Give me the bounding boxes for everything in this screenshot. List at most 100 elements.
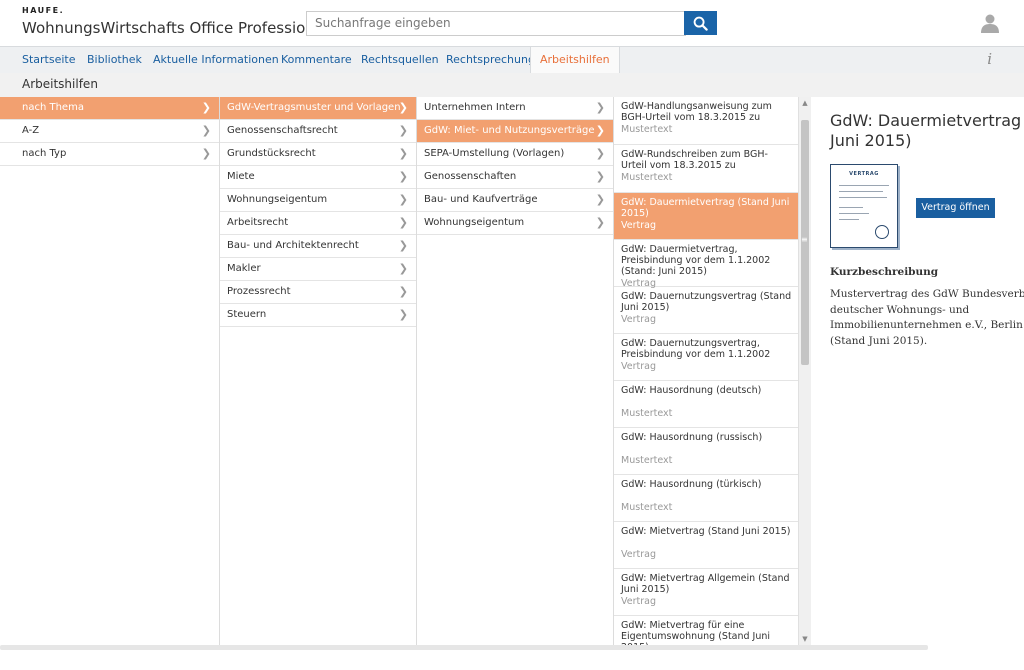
document-item[interactable]: GdW: Dauernutzungsvertrag (Stand Juni 20… <box>614 287 798 334</box>
brand[interactable]: HAUFE. WohnungsWirtschafts Office Profes… <box>22 6 328 37</box>
topic-item[interactable]: Grundstücksrecht ❯ <box>220 143 416 166</box>
topic-item[interactable]: Makler ❯ <box>220 258 416 281</box>
subtopic-item[interactable]: GdW: Miet- und Nutzungsverträge ❯ <box>417 120 613 143</box>
chevron-right-icon: ❯ <box>398 308 408 321</box>
chevron-right-icon: ❯ <box>398 262 408 275</box>
topic-label: Grundstücksrecht <box>227 148 316 159</box>
user-icon[interactable] <box>980 13 1000 33</box>
document-item[interactable]: GdW: Mietvertrag für eine Eigentumswohnu… <box>614 616 798 645</box>
horizontal-scrollbar[interactable] <box>0 645 1024 670</box>
chevron-right-icon: ❯ <box>398 216 408 229</box>
thumbnail-line <box>839 219 859 220</box>
thumbnail-label: VERTRAG <box>849 171 879 177</box>
document-type: Mustertext <box>621 502 673 513</box>
subtopic-item[interactable]: SEPA-Umstellung (Vorlagen) ❯ <box>417 143 613 166</box>
document-title: GdW: Mietvertrag Allgemein (Stand Juni 2… <box>621 573 790 595</box>
topic-label: Wohnungseigentum <box>227 194 328 205</box>
document-item[interactable]: GdW: Dauermietvertrag (Stand Juni 2015) V… <box>614 193 798 240</box>
document-list-scrollbar[interactable]: ▲ ≡ ▼ <box>798 97 811 645</box>
section-title: Arbeitshilfen <box>22 77 98 91</box>
grip-icon: ≡ <box>801 235 808 244</box>
open-document-button[interactable]: Vertrag öffnen <box>916 198 995 218</box>
topic-column: GdW-Vertragsmuster und Vorlagen ❯ Genosse… <box>220 97 417 645</box>
topic-item[interactable]: GdW-Vertragsmuster und Vorlagen ❯ <box>220 97 416 120</box>
haufe-logo: HAUFE. <box>22 6 65 15</box>
category-label: nach Typ <box>22 148 67 159</box>
document-title: GdW: Hausordnung (russisch) <box>621 432 763 443</box>
section-bar: Arbeitshilfen <box>0 73 1024 97</box>
thumbnail-line <box>839 207 863 208</box>
info-icon[interactable]: i <box>987 50 992 68</box>
document-type: Vertrag <box>621 361 656 372</box>
search-button[interactable] <box>684 11 717 35</box>
document-title: GdW-Handlungsanweisung zum BGH-Urteil vo… <box>621 101 772 123</box>
category-label: nach Thema <box>22 102 84 113</box>
detail-title: GdW: Dauermietvertrag (Stand Juni 2015) <box>830 111 1024 150</box>
document-item[interactable]: GdW: Mietvertrag (Stand Juni 2015) Vertra… <box>614 522 798 569</box>
document-thumbnail[interactable]: VERTRAG <box>830 164 898 248</box>
topic-item[interactable]: Bau- und Architektenrecht ❯ <box>220 235 416 258</box>
category-column: nach Thema ❯ A-Z ❯ nach Typ ❯ <box>0 97 220 645</box>
document-type: Vertrag <box>621 549 656 560</box>
nav-aktuelle-informationen[interactable]: Aktuelle Informationen <box>144 47 288 73</box>
topic-item[interactable]: Genossenschaftsrecht ❯ <box>220 120 416 143</box>
horizontal-scroll-track[interactable] <box>0 645 928 650</box>
nav-rechtsprechung[interactable]: Rechtsprechung <box>437 47 544 73</box>
document-item[interactable]: GdW: Hausordnung (deutsch) Mustertext <box>614 381 798 428</box>
subtopic-label: SEPA-Umstellung (Vorlagen) <box>424 148 565 159</box>
document-item[interactable]: GdW-Handlungsanweisung zum BGH-Urteil vo… <box>614 97 798 145</box>
document-item[interactable]: GdW: Hausordnung (türkisch) Mustertext <box>614 475 798 522</box>
chevron-right-icon: ❯ <box>595 170 605 183</box>
chevron-right-icon: ❯ <box>595 216 605 229</box>
scroll-up-arrow-icon[interactable]: ▲ <box>799 97 811 109</box>
search-input[interactable] <box>307 12 675 34</box>
document-title: GdW: Hausordnung (deutsch) <box>621 385 762 396</box>
document-item[interactable]: GdW: Hausordnung (russisch) Mustertext <box>614 428 798 475</box>
subtopic-label: GdW: Miet- und Nutzungsverträge <box>424 125 595 136</box>
nav-kommentare[interactable]: Kommentare <box>272 47 361 73</box>
nav-startseite[interactable]: Startseite <box>13 47 85 73</box>
chevron-right-icon: ❯ <box>201 124 211 137</box>
subtopic-label: Wohnungseigentum <box>424 217 525 228</box>
topic-label: GdW-Vertragsmuster und Vorlagen <box>227 102 401 113</box>
chevron-right-icon: ❯ <box>201 101 211 114</box>
nav-bibliothek[interactable]: Bibliothek <box>78 47 151 73</box>
chevron-right-icon: ❯ <box>398 170 408 183</box>
topic-item[interactable]: Steuern ❯ <box>220 304 416 327</box>
document-item[interactable]: GdW: Mietvertrag Allgemein (Stand Juni 2… <box>614 569 798 616</box>
app-header: HAUFE. WohnungsWirtschafts Office Profes… <box>0 0 1024 46</box>
chevron-right-icon: ❯ <box>398 124 408 137</box>
topic-item[interactable]: Prozessrecht ❯ <box>220 281 416 304</box>
topic-item[interactable]: Arbeitsrecht ❯ <box>220 212 416 235</box>
category-item-a-z[interactable]: A-Z ❯ <box>0 120 219 143</box>
document-type: Vertrag <box>621 220 656 231</box>
topic-item[interactable]: Miete ❯ <box>220 166 416 189</box>
subtopic-item[interactable]: Genossenschaften ❯ <box>417 166 613 189</box>
thumbnail-line <box>839 197 887 198</box>
subtopic-item[interactable]: Unternehmen Intern ❯ <box>417 97 613 120</box>
chevron-right-icon: ❯ <box>398 101 408 114</box>
scroll-down-arrow-icon[interactable]: ▼ <box>799 633 811 645</box>
document-type: Mustertext <box>621 408 673 419</box>
nav-arbeitshilfen[interactable]: Arbeitshilfen <box>530 47 620 73</box>
topic-label: Steuern <box>227 309 267 320</box>
detail-panel: GdW: Dauermietvertrag (Stand Juni 2015) … <box>811 97 1024 645</box>
subtopic-item[interactable]: Bau- und Kaufverträge ❯ <box>417 189 613 212</box>
chevron-right-icon: ❯ <box>595 101 605 114</box>
thumbnail-line <box>839 185 889 186</box>
subtopic-item[interactable]: Wohnungseigentum ❯ <box>417 212 613 235</box>
chevron-right-icon: ❯ <box>201 147 211 160</box>
document-title: GdW: Dauermietvertrag (Stand Juni 2015) <box>621 197 790 219</box>
document-item[interactable]: GdW: Dauermietvertrag, Preisbindung vor … <box>614 240 798 289</box>
topic-label: Genossenschaftsrecht <box>227 125 338 136</box>
nav-rechtsquellen[interactable]: Rechtsquellen <box>352 47 448 73</box>
document-item[interactable]: GdW: Dauernutzungsvertrag, Preisbindung … <box>614 334 798 381</box>
category-item-nach-thema[interactable]: nach Thema ❯ <box>0 97 219 120</box>
category-item-nach-typ[interactable]: nach Typ ❯ <box>0 143 219 166</box>
document-item[interactable]: GdW-Rundschreiben zum BGH-Urteil vom 18.… <box>614 145 798 193</box>
document-title: GdW: Dauermietvertrag, Preisbindung vor … <box>621 244 771 277</box>
search-icon <box>693 16 708 31</box>
topic-item[interactable]: Wohnungseigentum ❯ <box>220 189 416 212</box>
document-list: GdW-Handlungsanweisung zum BGH-Urteil vo… <box>614 97 799 645</box>
document-type: Mustertext <box>621 124 673 135</box>
